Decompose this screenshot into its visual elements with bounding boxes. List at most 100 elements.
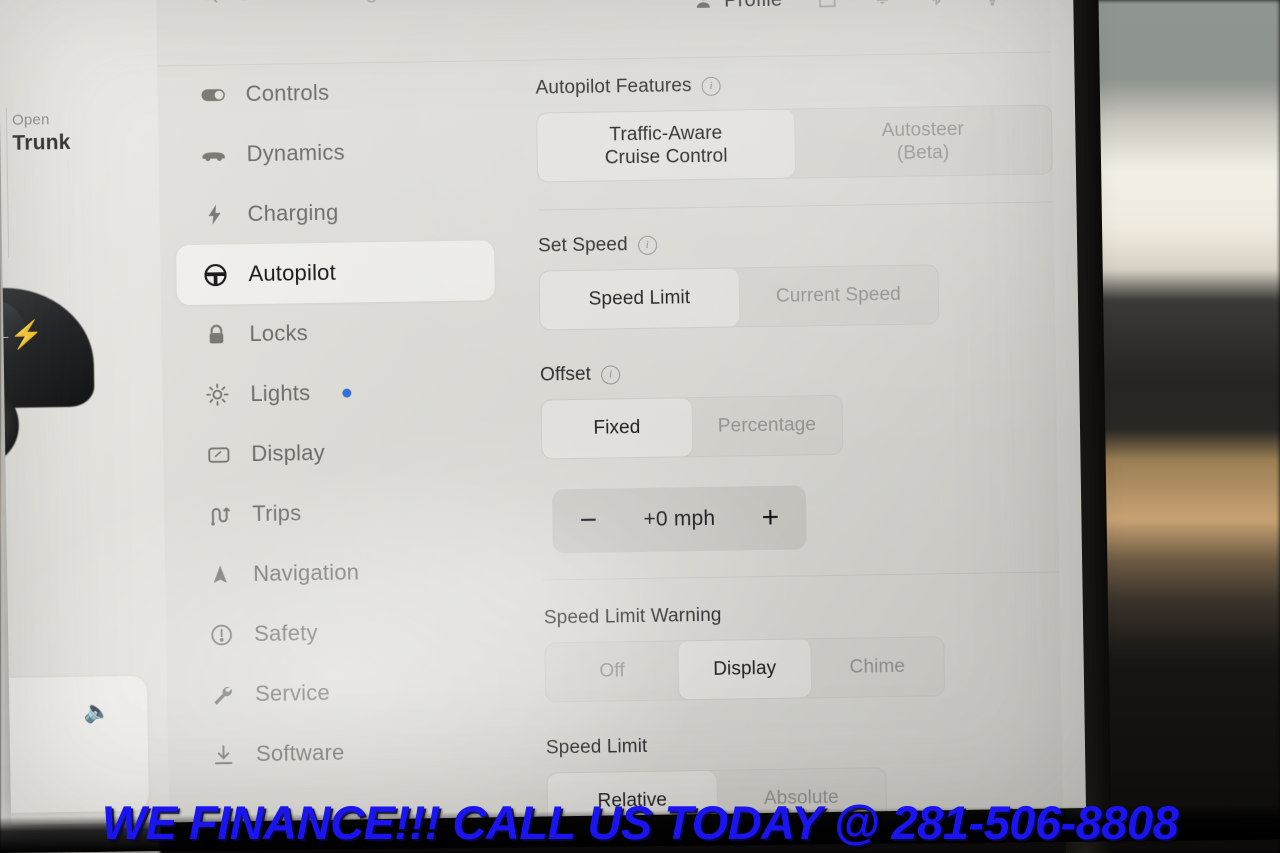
segment-traffic-aware-cruise-control[interactable]: Traffic-Aware Cruise Control: [537, 109, 796, 182]
trunk-action-prefix: Open: [11, 111, 50, 129]
section-header: Autopilot Features i: [535, 69, 1051, 99]
sidebar-item-controls[interactable]: Controls: [173, 60, 492, 125]
car-icon: [200, 141, 226, 167]
wifi-icon[interactable]: [980, 0, 1004, 9]
section-autopilot-features: Autopilot Features i Traffic-Aware Cruis…: [535, 69, 1054, 183]
trips-icon: [206, 501, 232, 527]
info-icon[interactable]: i: [701, 76, 721, 96]
settings-sidebar: Controls Dynamics Charging Autopilot Loc…: [157, 60, 519, 822]
search-settings[interactable]: Search Settings: [200, 0, 389, 7]
section-header: Speed Limit: [546, 732, 886, 759]
section-divider: [543, 571, 1060, 581]
info-icon[interactable]: i: [600, 364, 621, 385]
sidebar-item-autopilot[interactable]: Autopilot: [176, 240, 495, 306]
section-title: Set Speed: [537, 234, 628, 257]
info-icon[interactable]: i: [637, 235, 657, 255]
trunk-action-target: Trunk: [12, 130, 71, 155]
home-icon[interactable]: [816, 0, 838, 10]
sidebar-item-software[interactable]: Software: [184, 720, 503, 785]
offset-stepper: − +0 mph +: [551, 485, 807, 554]
person-icon: [696, 0, 710, 8]
sidebar-item-trips[interactable]: Trips: [180, 480, 499, 545]
photo-of-car-touchscreen: Open Trunk ⚡ 🔈 Controls Dynamics Chargin…: [0, 0, 1280, 853]
status-icons: Profile: [693, 0, 1004, 13]
lights-icon: [204, 381, 230, 407]
segment-chime[interactable]: Chime: [811, 637, 945, 697]
sidebar-item-safety[interactable]: Safety: [182, 600, 501, 665]
trunk-action[interactable]: Open Trunk: [12, 111, 71, 157]
search-icon: [211, 0, 218, 3]
volume-icon[interactable]: 🔈: [83, 698, 111, 723]
section-offset: Offset i Fixed Percentage: [540, 360, 844, 460]
segment-percentage[interactable]: Percentage: [691, 396, 842, 456]
segment-current-speed[interactable]: Current Speed: [738, 265, 938, 326]
sidebar-item-dynamics[interactable]: Dynamics: [174, 120, 493, 185]
segment-label-line2: Cruise Control: [604, 145, 728, 169]
segment-display[interactable]: Display: [677, 639, 812, 700]
sidebar-item-locks[interactable]: Locks: [177, 300, 496, 365]
sidebar-item-label: Controls: [245, 79, 330, 107]
toggle-icon: [199, 81, 225, 107]
alert-circle-icon: [208, 621, 234, 647]
settings-panel: Search Settings Profile: [155, 0, 1063, 825]
offset-segmented-control: Fixed Percentage: [540, 394, 844, 460]
section-title: Speed Limit Warning: [543, 604, 722, 629]
section-header: Set Speed i: [538, 229, 938, 257]
sidebar-item-label: Software: [255, 739, 345, 767]
offset-increase-button[interactable]: +: [756, 501, 784, 534]
sidebar-item-label: Trips: [252, 500, 302, 527]
sidebar-item-charging[interactable]: Charging: [175, 180, 494, 245]
vehicle-image[interactable]: ⚡: [0, 278, 101, 471]
section-header: Offset i: [540, 360, 842, 387]
settings-content: Autopilot Features i Traffic-Aware Cruis…: [507, 51, 1063, 825]
lock-icon: [203, 321, 229, 347]
sidebar-item-service[interactable]: Service: [183, 660, 502, 725]
set-speed-segmented-control: Speed Limit Current Speed: [538, 264, 940, 331]
car-touchscreen: Open Trunk ⚡ 🔈 Controls Dynamics Chargin…: [0, 0, 1086, 825]
bell-icon[interactable]: [872, 0, 892, 8]
profile-label: Profile: [724, 0, 782, 12]
search-input-placeholder[interactable]: Search Settings: [237, 0, 389, 6]
download-icon: [210, 741, 236, 767]
sidebar-item-label: Autopilot: [248, 259, 337, 287]
sidebar-item-label: Lights: [250, 380, 311, 407]
section-title: Speed Limit: [545, 735, 648, 759]
sidebar-item-label: Display: [251, 439, 326, 467]
sidebar-item-label: Navigation: [253, 559, 360, 587]
sidebar-item-label: Locks: [249, 320, 309, 347]
sidebar-item-label: Charging: [247, 199, 339, 227]
segment-autosteer-beta[interactable]: Autosteer (Beta): [794, 105, 1052, 177]
sidebar-item-label: Service: [254, 679, 331, 707]
segment-label-line1: Traffic-Aware: [609, 122, 723, 146]
charge-bolt-icon[interactable]: ⚡: [9, 319, 43, 350]
segment-off[interactable]: Off: [545, 641, 679, 701]
section-set-speed: Set Speed i Speed Limit Current Speed: [538, 229, 940, 331]
sidebar-item-lights[interactable]: Lights: [178, 360, 497, 425]
section-divider: [537, 201, 1054, 211]
bolt-icon: [201, 201, 227, 227]
sidebar-item-navigation[interactable]: Navigation: [181, 540, 500, 605]
wrench-icon: [209, 681, 235, 707]
sidebar-item-label: Safety: [253, 620, 318, 647]
speed-limit-warning-segmented-control: Off Display Chime: [544, 636, 946, 703]
section-title: Offset: [539, 363, 592, 386]
offset-value: +0 mph: [643, 506, 716, 531]
vehicle-card: Open Trunk ⚡ 🔈: [0, 0, 171, 825]
segment-speed-limit[interactable]: Speed Limit: [539, 268, 740, 330]
trunk-divider: [5, 107, 10, 258]
volume-card[interactable]: 🔈: [0, 675, 149, 814]
segment-label-line2: (Beta): [896, 142, 950, 164]
display-icon: [205, 441, 231, 467]
sidebar-item-label: Dynamics: [246, 139, 345, 167]
lights-badge-dot: [342, 388, 352, 398]
segment-label-line1: Autosteer: [881, 118, 965, 141]
segment-fixed[interactable]: Fixed: [541, 398, 693, 459]
profile-button[interactable]: Profile: [693, 0, 782, 13]
section-title: Autopilot Features: [535, 75, 692, 99]
bluetooth-icon[interactable]: [926, 0, 946, 7]
steering-wheel-icon: [202, 261, 228, 287]
sidebar-item-display[interactable]: Display: [179, 420, 498, 485]
navigation-arrow-icon: [207, 561, 233, 587]
offset-decrease-button[interactable]: −: [574, 504, 602, 537]
autopilot-features-segmented-control: Traffic-Aware Cruise Control Autosteer (…: [535, 104, 1054, 183]
